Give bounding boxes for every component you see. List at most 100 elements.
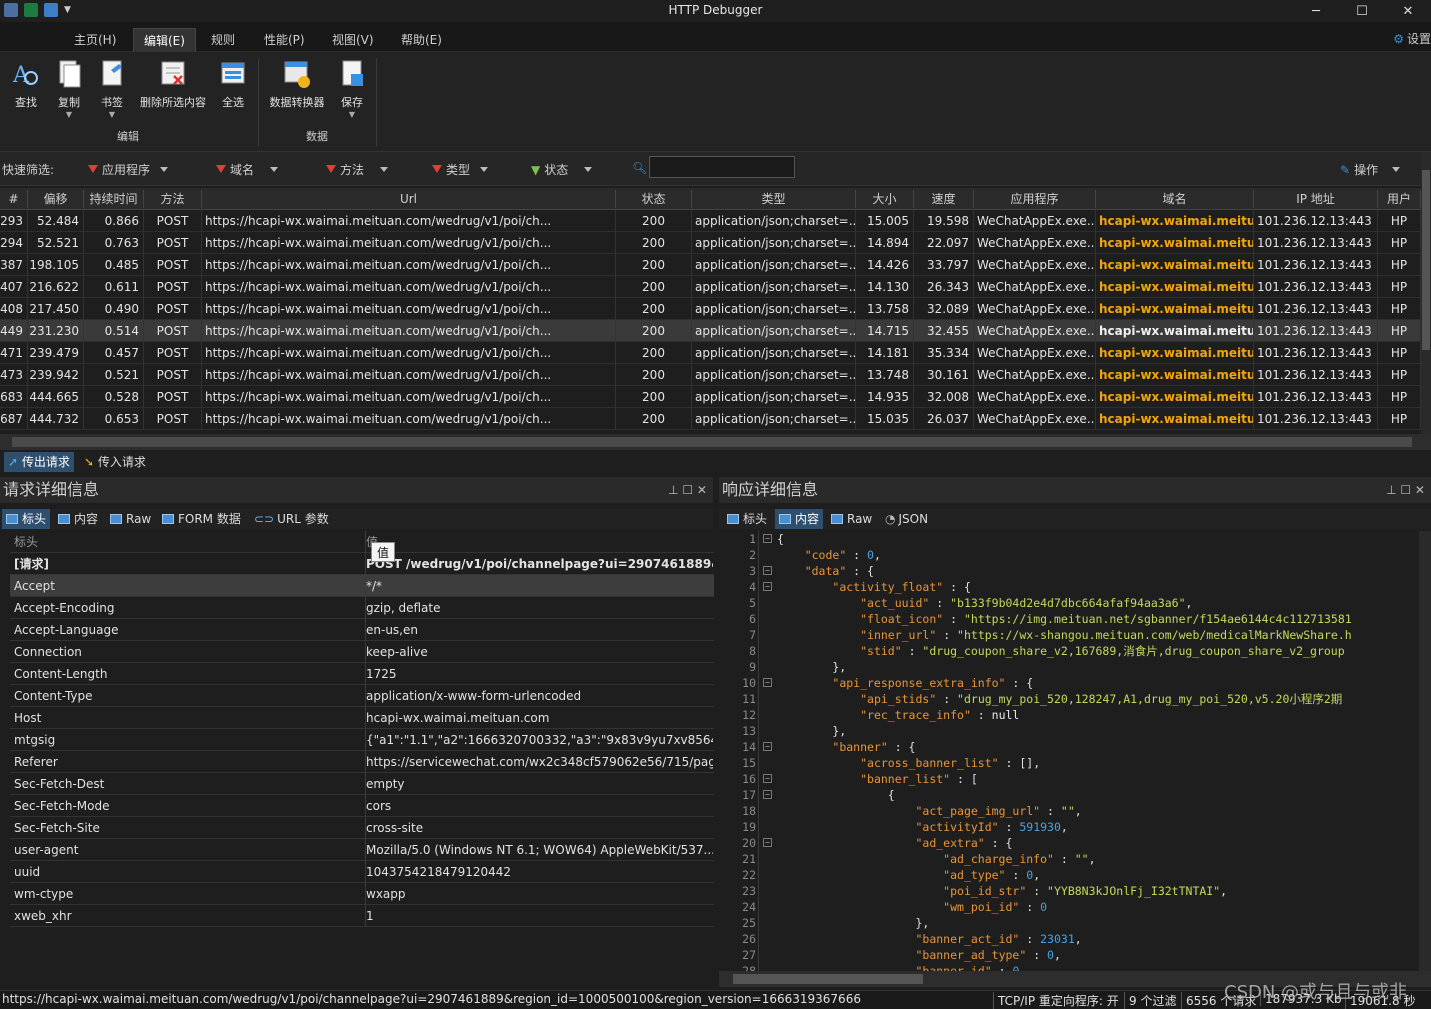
header-row[interactable]: Content-Type application/x-www-form-urlen…	[10, 685, 714, 707]
data-converter-button[interactable]: 数据转换器	[266, 58, 328, 110]
tab-req-raw[interactable]: Raw	[106, 509, 155, 529]
column-header-value[interactable]: 值	[365, 531, 713, 553]
session-row[interactable]: 473 239.942 0.521 POST https://hcapi-wx.waim…	[0, 364, 1421, 386]
panel-controls[interactable]: ⊥ ☐ ✕	[668, 477, 707, 503]
column-header[interactable]: Url	[202, 190, 616, 208]
header-row[interactable]: Accept */*	[10, 575, 714, 597]
header-row[interactable]: Sec-Fetch-Site cross-site	[10, 817, 714, 839]
header-row[interactable]: uuid 1043754218479120442	[10, 861, 714, 883]
panel-controls[interactable]: ⊥ ☐ ✕	[1386, 477, 1425, 503]
response-vertical-scrollbar[interactable]	[1419, 531, 1431, 971]
column-header[interactable]: 类型	[692, 190, 856, 208]
select-all-button[interactable]: 全选	[218, 58, 248, 110]
header-row[interactable]: Accept-Encoding gzip, deflate	[10, 597, 714, 619]
fold-toggle-icon[interactable]: −	[763, 790, 772, 799]
table-icon	[779, 514, 791, 524]
session-row[interactable]: 449 231.230 0.514 POST https://hcapi-wx.waim…	[0, 320, 1421, 342]
header-row[interactable]: Accept-Language en-us,en	[10, 619, 714, 641]
tab-resp-content[interactable]: 内容	[775, 509, 824, 529]
session-row[interactable]: 293 52.484 0.866 POST https://hcapi-wx.waima…	[0, 210, 1421, 232]
response-json-viewer[interactable]: 1−{2 "code" : 0, 3− "data" : {4− "activit…	[719, 531, 1419, 971]
column-header[interactable]: 域名	[1096, 190, 1254, 208]
column-header[interactable]: 持续时间	[84, 190, 144, 208]
session-row[interactable]: 471 239.479 0.457 POST https://hcapi-wx.waim…	[0, 342, 1421, 364]
tab-req-url-params[interactable]: ⊂⊃ URL 参数	[250, 509, 333, 529]
tab-req-content[interactable]: 内容	[54, 509, 102, 529]
copy-button[interactable]: 复制 ▼	[54, 58, 84, 119]
fold-toggle-icon[interactable]: −	[763, 678, 772, 687]
fold-toggle-icon[interactable]: −	[763, 742, 772, 751]
column-header[interactable]: 用户	[1378, 190, 1421, 208]
column-header[interactable]: 速度	[914, 190, 974, 208]
column-header[interactable]: 状态	[616, 190, 692, 208]
column-header[interactable]: #	[0, 190, 28, 208]
header-row[interactable]: Sec-Fetch-Mode cors	[10, 795, 714, 817]
column-header[interactable]: 方法	[144, 190, 202, 208]
session-row[interactable]: 408 217.450 0.490 POST https://hcapi-wx.waim…	[0, 298, 1421, 320]
session-row[interactable]: 294 52.521 0.763 POST https://hcapi-wx.waima…	[0, 232, 1421, 254]
column-header[interactable]: 大小	[856, 190, 914, 208]
header-row[interactable]: Referer https://servicewechat.com/wx2c348…	[10, 751, 714, 773]
code-text: "rec_trace_info" : null	[860, 708, 1020, 722]
column-header-key[interactable]: 标头	[14, 531, 362, 553]
tab-req-headers[interactable]: 标头	[2, 509, 51, 529]
tab-resp-json[interactable]: ◔ JSON	[881, 509, 932, 529]
tab-view[interactable]: 视图(V)	[322, 28, 384, 52]
fold-toggle-icon[interactable]: −	[763, 534, 772, 543]
session-row[interactable]: 387 198.105 0.485 POST https://hcapi-wx.waim…	[0, 254, 1421, 276]
save-button[interactable]: 保存 ▼	[337, 58, 367, 119]
tab-help[interactable]: 帮助(E)	[391, 28, 452, 52]
filter-search-input[interactable]	[649, 156, 795, 178]
header-row[interactable]: xweb_xhr 1	[10, 905, 714, 927]
column-header[interactable]: IP 地址	[1254, 190, 1378, 208]
actions-menu[interactable]: ✎ 操作	[1340, 161, 1401, 178]
tab-resp-raw[interactable]: Raw	[827, 509, 876, 529]
session-cell: 0.490	[84, 298, 144, 320]
status-redirector[interactable]: TCP/IP 重定向程序: 开	[993, 992, 1119, 1009]
filter-application[interactable]: 应用程序	[88, 161, 169, 178]
tab-home[interactable]: 主页(H)	[64, 28, 126, 52]
tab-outgoing[interactable]: ➚ 传出请求	[4, 452, 74, 472]
grid-vertical-scrollbar[interactable]	[1421, 152, 1431, 450]
find-button[interactable]: A 查找	[10, 58, 42, 110]
header-row[interactable]: mtgsig {"a1":"1.1","a2":1666320700332,"a3…	[10, 729, 714, 751]
maximize-button[interactable]: ☐	[1339, 0, 1385, 22]
filter-method[interactable]: 方法	[326, 161, 389, 178]
fold-toggle-icon[interactable]: −	[763, 566, 772, 575]
settings-button[interactable]: ⚙ 设置	[1393, 30, 1431, 47]
line-number: 1	[749, 532, 756, 546]
filter-status[interactable]: ▼ 状态	[531, 161, 593, 178]
header-row[interactable]: Host hcapi-wx.waimai.meituan.com	[10, 707, 714, 729]
session-row[interactable]: 683 444.665 0.528 POST https://hcapi-wx.waim…	[0, 386, 1421, 408]
header-row[interactable]: [请求] POST /wedrug/v1/poi/channelpage?ui=2…	[10, 553, 714, 575]
tab-req-form[interactable]: FORM 数据	[158, 509, 245, 529]
column-header[interactable]: 应用程序	[974, 190, 1096, 208]
minimize-button[interactable]: ─	[1293, 0, 1339, 22]
header-value: keep-alive	[365, 641, 713, 663]
session-row[interactable]: 687 444.732 0.653 POST https://hcapi-wx.waim…	[0, 408, 1421, 430]
session-cell: 26.343	[914, 276, 974, 298]
column-header[interactable]: 偏移	[28, 190, 84, 208]
tab-rules[interactable]: 规则	[201, 28, 245, 52]
header-row[interactable]: Sec-Fetch-Dest empty	[10, 773, 714, 795]
tab-resp-headers[interactable]: 标头	[723, 509, 771, 529]
fold-toggle-icon[interactable]: −	[763, 582, 772, 591]
grid-horizontal-scrollbar[interactable]	[0, 434, 1431, 450]
filter-domain[interactable]: 域名	[216, 161, 279, 178]
header-row[interactable]: user-agent Mozilla/5.0 (Windows NT 6.1; W…	[10, 839, 714, 861]
fold-toggle-icon[interactable]: −	[763, 838, 772, 847]
tab-edit[interactable]: 编辑(E)	[133, 28, 196, 52]
close-button[interactable]: ✕	[1385, 0, 1431, 22]
bookmark-button[interactable]: 书签 ▼	[97, 58, 127, 119]
session-row[interactable]: 407 216.622 0.611 POST https://hcapi-wx.waim…	[0, 276, 1421, 298]
fold-toggle-icon[interactable]: −	[763, 774, 772, 783]
header-row[interactable]: Content-Length 1725	[10, 663, 714, 685]
code-text: "poi_id_str" : "YYB8N3kJOnlFj_I32tTNTAI"…	[943, 884, 1228, 898]
filter-type[interactable]: 类型	[432, 161, 489, 178]
tab-performance[interactable]: 性能(P)	[254, 28, 315, 52]
tab-incoming[interactable]: ➘ 传入请求	[80, 452, 150, 472]
delete-selected-button[interactable]: 删除所选内容	[136, 58, 210, 110]
header-row[interactable]: Connection keep-alive	[10, 641, 714, 663]
line-number: 11	[742, 692, 756, 706]
header-row[interactable]: wm-ctype wxapp	[10, 883, 714, 905]
